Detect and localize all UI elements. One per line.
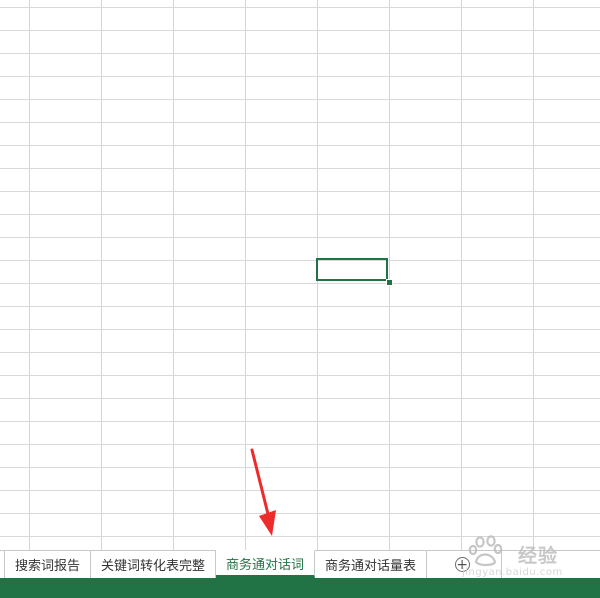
active-cell[interactable] [316, 258, 388, 281]
sheet-tab-bar: 搜索词报告 关键词转化表完整 商务通对话词 商务通对话量表 + [0, 550, 600, 578]
sheet-tab-label: 商务通对话词 [226, 557, 305, 573]
status-bar [0, 578, 600, 598]
sheet-tab-label: 关键词转化表完整 [101, 559, 206, 574]
sheet-tab-label: 商务通对话量表 [325, 559, 417, 574]
fill-handle[interactable] [386, 279, 393, 286]
sheet-tab[interactable]: 商务通对话量表 [315, 551, 428, 578]
tab-bar-divider [501, 551, 503, 578]
sheet-tab-active[interactable]: 商务通对话词 [216, 550, 316, 578]
new-sheet-button[interactable]: + [441, 551, 483, 578]
sheet-tab-label: 搜索词报告 [15, 559, 81, 574]
sheet-tab[interactable]: 关键词转化表完整 [91, 551, 217, 578]
plus-circle-icon: + [454, 556, 470, 573]
sheet-tab[interactable]: 搜索词报告 [5, 551, 92, 578]
worksheet-grid[interactable] [0, 0, 600, 550]
excel-window: 搜索词报告 关键词转化表完整 商务通对话词 商务通对话量表 + 经验 jingy… [0, 0, 600, 598]
red-arrow-icon [250, 448, 276, 536]
